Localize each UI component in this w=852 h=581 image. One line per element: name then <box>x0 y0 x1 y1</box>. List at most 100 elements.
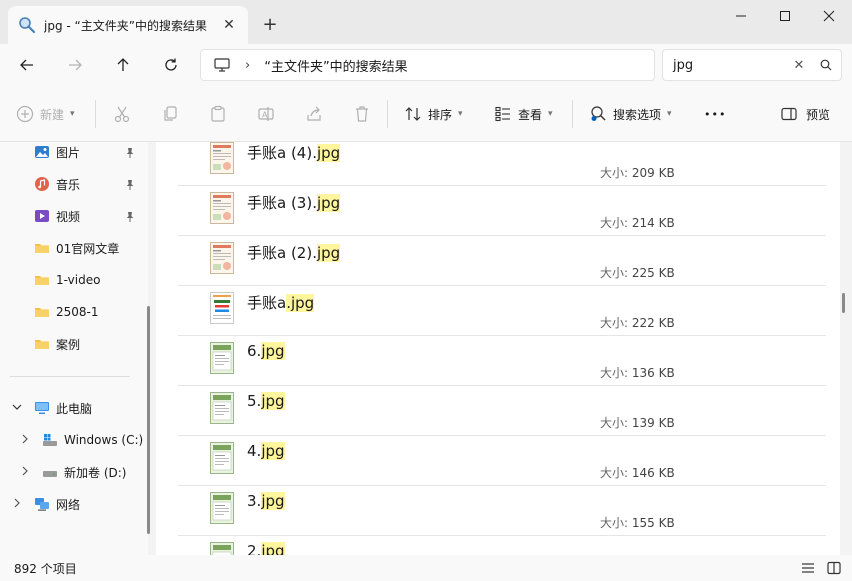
search-submit-button[interactable] <box>811 59 841 71</box>
copy-button[interactable] <box>161 100 179 128</box>
file-size-value: 214 KB <box>631 216 675 230</box>
file-row[interactable]: 手账a.jpg 大小: 222 KB <box>178 286 826 336</box>
image-thumbnail-icon <box>210 242 234 274</box>
sidebar-divider <box>10 376 130 377</box>
file-row[interactable]: 手账a (4).jpg 大小: 209 KB <box>178 142 826 186</box>
search-match-highlight: jpg <box>261 542 285 555</box>
pin-icon[interactable] <box>124 211 136 223</box>
arrow-right-icon <box>69 59 82 71</box>
chevron-right-icon[interactable] <box>19 433 31 445</box>
chevron-right-icon[interactable] <box>19 465 31 477</box>
sidebar-item-folder[interactable]: 1-video <box>34 268 100 292</box>
file-size-value: 136 KB <box>631 366 675 380</box>
search-input[interactable]: jpg <box>673 58 787 73</box>
forward-button[interactable] <box>60 50 90 80</box>
clear-search-button[interactable]: ✕ <box>787 58 811 73</box>
address-bar[interactable]: › “主文件夹”中的搜索结果 <box>200 49 655 81</box>
sidebar-item-this-pc[interactable]: 此电脑 <box>34 396 92 420</box>
details-view-icon[interactable] <box>800 560 816 576</box>
file-row[interactable]: 3.jpg 大小: 155 KB <box>178 486 826 536</box>
rename-button[interactable]: A <box>257 100 275 128</box>
sort-button[interactable]: 排序 ▾ <box>404 100 463 128</box>
file-row[interactable]: 手账a (3).jpg 大小: 214 KB <box>178 186 826 236</box>
file-name-base: 手账a (2). <box>247 244 317 262</box>
pin-icon[interactable] <box>124 179 136 191</box>
chevron-down-icon[interactable] <box>11 401 23 413</box>
file-name-base: 5. <box>247 392 262 410</box>
close-window-button[interactable] <box>806 0 852 32</box>
up-button[interactable] <box>108 50 138 80</box>
file-size: 大小: 139 KB <box>600 414 675 431</box>
minimize-button[interactable] <box>718 0 764 32</box>
breadcrumb-path[interactable]: “主文件夹”中的搜索结果 <box>264 56 407 75</box>
sidebar-item-folder[interactable]: 案例 <box>34 332 80 356</box>
file-size-value: 146 KB <box>631 466 675 480</box>
file-name: 4.jpg <box>247 442 285 460</box>
close-tab-button[interactable]: ✕ <box>220 16 238 34</box>
minimize-icon <box>736 15 746 17</box>
drive-icon <box>43 471 57 477</box>
file-row[interactable]: 4.jpg 大小: 146 KB <box>178 436 826 486</box>
share-button[interactable] <box>305 100 323 128</box>
sidebar-item-music[interactable]: 音乐 <box>34 172 80 196</box>
content-scrollbar[interactable] <box>842 293 845 313</box>
view-button[interactable]: 查看 ▾ <box>494 100 553 128</box>
search-options-button[interactable]: 搜索选项 ▾ <box>589 100 672 128</box>
file-size-label: 大小: <box>600 266 629 280</box>
plus-circle-icon <box>16 105 34 123</box>
preview-button[interactable]: 预览 <box>780 100 830 128</box>
tab-search-results[interactable]: jpg - “主文件夹”中的搜索结果 ✕ <box>8 6 248 44</box>
sidebar-item-label: 1-video <box>56 273 101 287</box>
search-box[interactable]: jpg ✕ <box>662 49 842 81</box>
network-icon <box>35 498 49 511</box>
new-button-label: 新建 <box>40 107 65 122</box>
maximize-button[interactable] <box>762 0 808 32</box>
file-size: 大小: 136 KB <box>600 364 675 381</box>
sidebar-item-videos[interactable]: 视频 <box>34 204 80 228</box>
item-count: 892 个项目 <box>14 562 77 576</box>
sidebar-item-folder[interactable]: 2508-1 <box>34 300 99 324</box>
image-thumbnail-icon <box>210 292 234 324</box>
trash-icon <box>356 106 368 122</box>
breadcrumb-separator[interactable]: › <box>245 58 250 73</box>
file-name: 手账a (4).jpg <box>247 142 341 163</box>
chevron-right-icon[interactable] <box>11 497 23 509</box>
file-list: 手账a (4).jpg 大小: 209 KB 手账a (3).jpg 大小: 2… <box>156 142 840 555</box>
sidebar-item-folder[interactable]: 01官网文章 <box>34 236 119 260</box>
computer-icon <box>214 58 230 72</box>
folder-icon <box>35 276 49 285</box>
file-row[interactable]: 2.jpg <box>178 536 826 555</box>
file-name: 5.jpg <box>247 392 285 410</box>
sidebar-item-drive-c[interactable]: Windows (C:) <box>42 428 143 452</box>
search-icon <box>820 59 832 71</box>
image-thumbnail-icon <box>210 442 234 474</box>
file-size-label: 大小: <box>600 516 629 530</box>
sidebar-item-label: 视频 <box>56 209 81 224</box>
file-size-label: 大小: <box>600 216 629 230</box>
file-size-label: 大小: <box>600 416 629 430</box>
cut-button[interactable] <box>113 100 131 128</box>
file-row[interactable]: 5.jpg 大小: 139 KB <box>178 386 826 436</box>
new-tab-button[interactable]: + <box>258 12 282 36</box>
sidebar-item-pictures[interactable]: 图片 <box>34 140 80 164</box>
back-button[interactable] <box>12 50 42 80</box>
sidebar-scrollbar[interactable] <box>147 306 150 534</box>
arrow-up-icon <box>117 58 129 71</box>
new-button[interactable]: 新建 ▾ <box>16 100 75 128</box>
tiles-view-icon[interactable] <box>826 560 842 576</box>
search-options-label: 搜索选项 <box>613 107 662 122</box>
refresh-button[interactable] <box>156 50 186 80</box>
toolbar-divider <box>95 100 96 128</box>
paste-button[interactable] <box>209 100 227 128</box>
folder-icon <box>35 340 49 349</box>
file-row[interactable]: 6.jpg 大小: 136 KB <box>178 336 826 386</box>
delete-button[interactable] <box>353 100 371 128</box>
more-options-button[interactable]: ••• <box>704 100 726 128</box>
svg-text:A: A <box>262 111 268 120</box>
sidebar-item-network[interactable]: 网络 <box>34 492 80 516</box>
file-row[interactable]: 手账a (2).jpg 大小: 225 KB <box>178 236 826 286</box>
pin-icon[interactable] <box>124 147 136 159</box>
image-thumbnail-icon <box>210 542 234 555</box>
sidebar-item-drive-d[interactable]: 新加卷 (D:) <box>42 460 126 484</box>
search-match-highlight: jpg <box>316 244 341 262</box>
